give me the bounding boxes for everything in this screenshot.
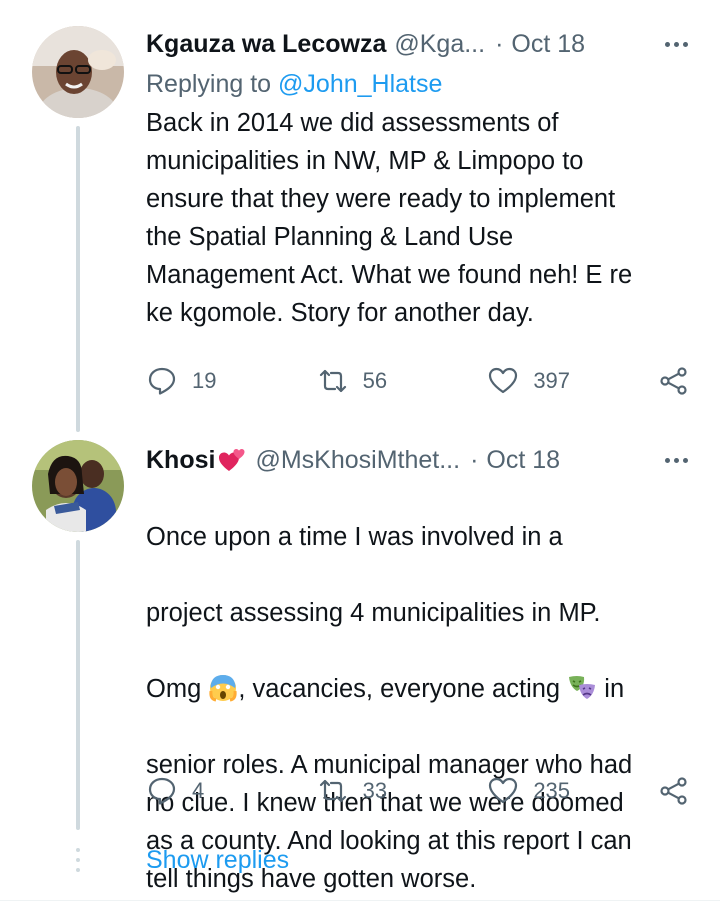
divider [0, 900, 720, 901]
author-handle[interactable]: @MsKhosiMthet... [255, 446, 460, 475]
reply-button[interactable]: 4 [146, 775, 296, 807]
performing-arts-icon [569, 676, 596, 699]
reply-count: 4 [192, 778, 205, 803]
author-name[interactable]: Khosi [146, 446, 215, 475]
screaming-face-icon [209, 675, 237, 702]
share-button[interactable] [658, 775, 690, 807]
two-hearts-icon [219, 449, 245, 471]
tweet-date[interactable]: Oct 18 [511, 30, 585, 59]
thread-line [76, 126, 80, 432]
tweet-actions: 19 56 397 [146, 361, 690, 401]
show-replies-link[interactable]: Show replies [146, 846, 289, 875]
replying-to-label: Replying to [146, 70, 279, 98]
tweet-actions: 4 33 235 [146, 771, 690, 811]
tweet-text-line: Omg , vacancies, everyone acting in [146, 670, 690, 708]
thread-dots [76, 848, 80, 878]
tweet-header: Khosi @MsKhosiMthet... · Oct 18 [146, 442, 690, 478]
retweet-icon [319, 369, 346, 393]
retweet-icon [319, 779, 346, 803]
separator: · [495, 29, 504, 58]
tweet[interactable]: Kgauza wa Lecowza @Kga... · Oct 18 Reply… [146, 26, 690, 332]
like-button[interactable]: 235 [487, 775, 637, 807]
share-icon [660, 777, 687, 805]
tweet-text-rest: senior roles. A municipal manager who ha… [146, 751, 633, 893]
tweet-header: Kgauza wa Lecowza @Kga... · Oct 18 [146, 26, 690, 62]
avatar[interactable] [32, 26, 124, 118]
reply-icon [148, 367, 176, 395]
more-options-icon[interactable] [665, 457, 690, 463]
share-icon [660, 367, 687, 395]
retweet-button[interactable]: 33 [317, 775, 467, 807]
tweet-text-segment: in [597, 675, 625, 703]
share-button[interactable] [658, 365, 690, 397]
reply-count: 19 [192, 368, 217, 393]
tweet-text-line: Once upon a time I was involved in a [146, 523, 563, 551]
tweet-text-line: project assessing 4 municipalities in MP… [146, 599, 601, 627]
like-count: 397 [533, 368, 571, 393]
replying-to-handle[interactable]: @John_Hlatse [278, 70, 442, 98]
like-count: 235 [533, 778, 571, 803]
reply-button[interactable]: 19 [146, 365, 296, 397]
tweet[interactable]: Khosi @MsKhosiMthet... · Oct 18 Once upo… [146, 442, 690, 910]
tweet-text: Back in 2014 we did assessments of munic… [146, 109, 633, 327]
tweet-text-segment: Omg [146, 675, 209, 703]
heart-icon [489, 367, 518, 394]
thread-line [76, 540, 80, 830]
avatar[interactable] [32, 440, 124, 532]
tweet-date[interactable]: Oct 18 [486, 446, 560, 475]
author-name[interactable]: Kgauza wa Lecowza [146, 30, 386, 59]
retweet-count: 33 [362, 778, 388, 803]
separator: · [470, 445, 479, 474]
retweet-button[interactable]: 56 [317, 365, 467, 397]
like-button[interactable]: 397 [487, 365, 637, 397]
more-options-icon[interactable] [665, 41, 690, 47]
tweet-text-segment: , vacancies, everyone acting [238, 675, 568, 703]
heart-icon [489, 777, 518, 804]
retweet-count: 56 [362, 368, 388, 393]
reply-icon [148, 777, 176, 805]
replying-to: Replying to @John_Hlatse [146, 68, 690, 100]
author-handle[interactable]: @Kga... [394, 30, 485, 59]
